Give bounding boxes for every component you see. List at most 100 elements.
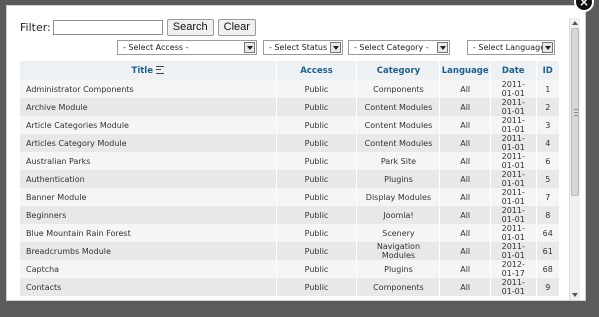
- row-category: Content Modules: [356, 116, 441, 134]
- row-access: Public: [276, 260, 358, 278]
- table-row[interactable]: Beginners Public Joomla! All 2011-01-01 8: [20, 206, 560, 224]
- table-row[interactable]: Captcha Public Plugins All 2012-01-17 68: [20, 260, 560, 278]
- chevron-down-icon[interactable]: [542, 42, 553, 53]
- row-language: All: [439, 224, 491, 242]
- status-select[interactable]: - Select Status -: [263, 40, 343, 55]
- row-category: Park Site: [356, 152, 441, 170]
- column-access[interactable]: Access: [276, 61, 358, 80]
- row-language: All: [439, 116, 491, 134]
- access-select-value: - Select Access -: [123, 43, 189, 52]
- table-row[interactable]: Blue Mountain Rain Forest Public Scenery Al…: [20, 224, 560, 242]
- row-access: Public: [276, 170, 358, 188]
- scroll-down-icon[interactable]: [571, 291, 579, 299]
- table-row[interactable]: Archive Module Public Content Modules All 20…: [20, 98, 560, 116]
- table-row[interactable]: Articles Category Module Public Content Mo…: [20, 134, 560, 152]
- row-title[interactable]: Beginners: [20, 206, 277, 224]
- row-date: 2011-01-01: [490, 242, 537, 260]
- chevron-down-icon[interactable]: [437, 42, 448, 53]
- row-title[interactable]: Articles Category Module: [20, 134, 277, 152]
- row-date: 2011-01-01: [490, 188, 537, 206]
- row-language: All: [439, 260, 491, 278]
- row-id: 4: [536, 134, 560, 152]
- row-access: Public: [276, 80, 358, 98]
- table-row[interactable]: Contacts Public Components All 2011-01-01 9: [20, 278, 560, 296]
- row-date: 2011-01-01: [490, 278, 537, 296]
- chevron-down-icon[interactable]: [330, 42, 341, 53]
- category-select[interactable]: - Select Category -: [348, 40, 450, 55]
- table-header: Title Access Category Language Date ID: [20, 61, 560, 80]
- row-category: Navigation Modules: [356, 242, 441, 260]
- row-access: Public: [276, 152, 358, 170]
- row-title[interactable]: Banner Module: [20, 188, 277, 206]
- row-id: 68: [536, 260, 560, 278]
- row-date: 2011-01-01: [490, 80, 537, 98]
- row-id: 6: [536, 152, 560, 170]
- row-title[interactable]: Australian Parks: [20, 152, 277, 170]
- table-row[interactable]: Australian Parks Public Park Site All 2011-0…: [20, 152, 560, 170]
- row-date: 2011-01-01: [490, 206, 537, 224]
- scroll-thumb[interactable]: [571, 28, 579, 196]
- row-title[interactable]: Administrator Components: [20, 80, 277, 98]
- table-row[interactable]: Administrator Components Public Components…: [20, 80, 560, 98]
- row-title[interactable]: Contacts: [20, 278, 277, 296]
- row-access: Public: [276, 98, 358, 116]
- search-button[interactable]: Search: [166, 18, 214, 36]
- row-date: 2011-01-01: [490, 170, 537, 188]
- row-access: Public: [276, 134, 358, 152]
- row-id: 5: [536, 170, 560, 188]
- row-access: Public: [276, 116, 358, 134]
- status-select-value: - Select Status -: [269, 43, 333, 52]
- row-category: Components: [356, 80, 441, 98]
- clear-button[interactable]: Clear: [217, 18, 256, 36]
- grip-line: [574, 112, 578, 113]
- row-id: 61: [536, 242, 560, 260]
- column-category[interactable]: Category: [356, 61, 441, 80]
- category-select-value: - Select Category -: [354, 43, 429, 52]
- row-date: 2011-01-01: [490, 224, 537, 242]
- row-id: 9: [536, 278, 560, 296]
- row-id: 3: [536, 116, 560, 134]
- column-id[interactable]: ID: [536, 61, 560, 80]
- row-date: 2011-01-01: [490, 152, 537, 170]
- row-id: 2: [536, 98, 560, 116]
- row-date: 2011-01-01: [490, 116, 537, 134]
- scroll-up-icon[interactable]: [571, 19, 579, 27]
- row-date: 2012-01-17: [490, 260, 537, 278]
- filter-input[interactable]: [52, 19, 163, 35]
- column-date[interactable]: Date: [490, 61, 537, 80]
- row-title[interactable]: Captcha: [20, 260, 277, 278]
- column-title[interactable]: Title: [20, 61, 277, 80]
- table-row[interactable]: Breadcrumbs Module Public Navigation Modul…: [20, 242, 560, 260]
- chevron-down-icon[interactable]: [244, 42, 255, 53]
- row-title[interactable]: Archive Module: [20, 98, 277, 116]
- table-row[interactable]: Authentication Public Plugins All 2011-01-01…: [20, 170, 560, 188]
- row-category: Components: [356, 278, 441, 296]
- row-language: All: [439, 188, 491, 206]
- row-title[interactable]: Blue Mountain Rain Forest: [20, 224, 277, 242]
- row-category: Scenery: [356, 224, 441, 242]
- access-select[interactable]: - Select Access -: [117, 40, 257, 55]
- table-row[interactable]: Article Categories Module Public Content M…: [20, 116, 560, 134]
- row-category: Plugins: [356, 260, 441, 278]
- row-title[interactable]: Authentication: [20, 170, 277, 188]
- row-title[interactable]: Article Categories Module: [20, 116, 277, 134]
- row-access: Public: [276, 242, 358, 260]
- row-date: 2011-01-01: [490, 134, 537, 152]
- language-select[interactable]: - Select Language -: [467, 40, 555, 55]
- row-access: Public: [276, 188, 358, 206]
- column-language[interactable]: Language: [439, 61, 491, 80]
- row-category: Display Modules: [356, 188, 441, 206]
- row-language: All: [439, 134, 491, 152]
- filter-bar: Filter: Search Clear: [20, 18, 256, 36]
- row-title[interactable]: Breadcrumbs Module: [20, 242, 277, 260]
- language-select-value: - Select Language -: [473, 43, 551, 52]
- row-language: All: [439, 98, 491, 116]
- vertical-scrollbar[interactable]: [569, 18, 580, 300]
- table-row[interactable]: Banner Module Public Display Modules All 201…: [20, 188, 560, 206]
- sort-icon[interactable]: [155, 66, 164, 74]
- row-id: 7: [536, 188, 560, 206]
- row-id: 1: [536, 80, 560, 98]
- row-id: 64: [536, 224, 560, 242]
- filter-label: Filter:: [20, 20, 51, 34]
- grip-line: [574, 115, 578, 116]
